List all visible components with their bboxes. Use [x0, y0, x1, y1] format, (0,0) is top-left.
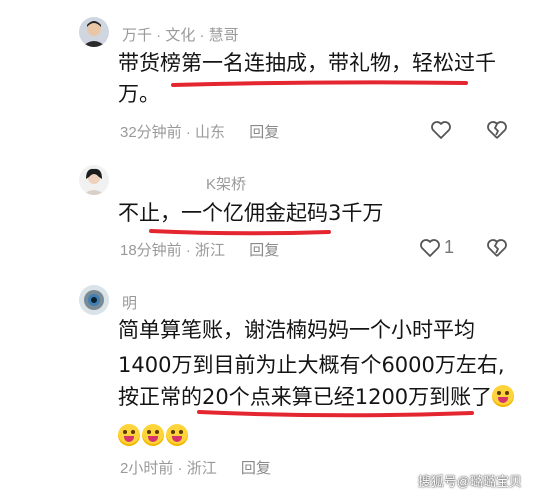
avatar[interactable] [79, 285, 109, 315]
broken-heart-icon [487, 121, 507, 139]
separator: · [177, 460, 183, 477]
avatar[interactable] [79, 165, 109, 195]
dislike-button[interactable] [485, 236, 509, 260]
location: 浙江 [186, 460, 217, 477]
timestamp: 32分钟前 [120, 124, 182, 141]
laughing-crying-emoji [492, 385, 515, 407]
like-count: 1 [444, 237, 455, 257]
watermark: 搜狐号@璐璐宝贝 [417, 474, 522, 489]
reply-button[interactable]: 回复 [249, 242, 279, 259]
laughing-crying-emoji [166, 424, 188, 446]
like-button[interactable] [429, 118, 453, 142]
avatar[interactable] [79, 17, 109, 47]
timestamp: 18分钟前 [120, 242, 182, 259]
emoji-row [118, 424, 190, 448]
dislike-button[interactable] [485, 118, 509, 142]
separator: · [185, 124, 191, 141]
comment-text-line-3: 按正常的20个点来算已经1200万到账了 [118, 382, 518, 413]
laughing-crying-emoji [118, 424, 140, 446]
comment-meta: 18分钟前 · 浙江 回复 [120, 239, 279, 260]
username[interactable]: K架桥 [206, 173, 246, 194]
reply-button[interactable]: 回复 [241, 460, 271, 477]
comment-text: 不止，一个亿佣金起码3千万 [118, 201, 384, 225]
comment-text: 带货榜第一名连抽成，带礼物，轻松过千万。 [118, 51, 496, 106]
location: 浙江 [195, 242, 226, 259]
comment-text-line-2: 1400万到目前为止大概有个6000万左右, [118, 353, 505, 377]
separator: · [185, 242, 191, 259]
comment-text-line-3-body: 按正常的20个点来算已经1200万到账了 [118, 385, 493, 409]
like-button[interactable] [418, 236, 442, 260]
reply-button[interactable]: 回复 [249, 124, 279, 141]
comment-meta: 2小时前 · 浙江 回复 [120, 457, 271, 478]
laughing-crying-emoji [142, 424, 164, 446]
location: 山东 [195, 124, 226, 141]
timestamp: 2小时前 [120, 460, 174, 477]
username[interactable]: 明 [122, 292, 137, 313]
heart-outline-icon [431, 121, 451, 139]
comment-text-line-1: 简单算笔账，谢浩楠妈妈一个小时平均 [118, 318, 475, 342]
comment-meta: 32分钟前 · 山东 回复 [120, 121, 279, 142]
username[interactable]: 万千 · 文化 · 慧哥 [122, 24, 239, 45]
heart-outline-icon [420, 239, 440, 257]
broken-heart-icon [487, 239, 507, 257]
